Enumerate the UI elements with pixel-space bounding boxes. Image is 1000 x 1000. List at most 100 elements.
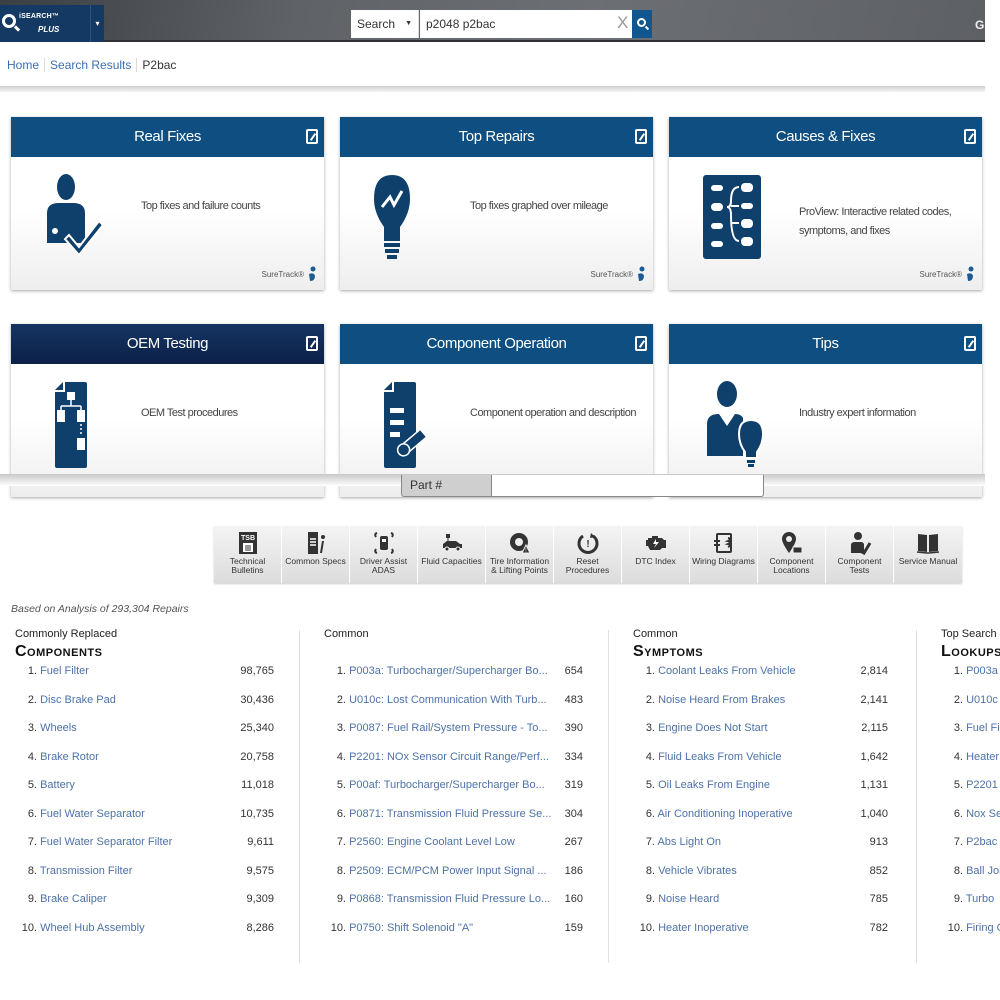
- tile-title: OEM Testing: [126, 335, 209, 352]
- clear-search-icon[interactable]: X: [617, 13, 628, 33]
- item-link[interactable]: Nox Sen: [966, 808, 1000, 820]
- item-link[interactable]: P2201: [966, 779, 998, 791]
- search-button[interactable]: [632, 10, 652, 38]
- search-type-select[interactable]: Search ▼: [351, 10, 419, 38]
- list-item: 8. Vehicle Vibrates 852: [633, 865, 888, 894]
- item-link[interactable]: Vehicle Vibrates: [658, 865, 737, 877]
- item-count: 785: [869, 893, 888, 905]
- item-link[interactable]: P2560: Engine Coolant Level Low: [349, 836, 515, 848]
- tile-title: Top Repairs: [458, 128, 535, 145]
- driver-assist-adas-button[interactable]: Driver Assist ADAS: [350, 526, 418, 583]
- item-link[interactable]: Fuel Filter: [40, 665, 89, 677]
- wiring-icon: [713, 533, 732, 553]
- breadcrumb-search-results[interactable]: Search Results: [44, 58, 136, 72]
- user-menu-partial[interactable]: G: [975, 18, 984, 32]
- item-link[interactable]: P0087: Fuel Rail/System Pressure - To...: [349, 722, 548, 734]
- item-count: 390: [564, 722, 583, 734]
- item-link[interactable]: Noise Heard: [658, 893, 719, 905]
- part-number-input[interactable]: [491, 475, 764, 497]
- symptoms-list: 1. Coolant Leaks From Vehicle 2,814 2. Noi…: [633, 665, 888, 950]
- item-link[interactable]: Fuel Filte: [966, 722, 1000, 734]
- item-link[interactable]: P0868: Transmission Fluid Pressure Lo...: [349, 893, 550, 905]
- flowchart-document-icon: [55, 382, 87, 468]
- item-link[interactable]: Disc Brake Pad: [40, 694, 116, 706]
- fluid-capacities-button[interactable]: Fluid Capacities: [418, 526, 486, 583]
- isearch-plus-logo[interactable]: iSEARCH™ PLUS: [0, 5, 90, 42]
- expand-icon[interactable]: [635, 336, 647, 351]
- item-link[interactable]: P003a: [966, 665, 998, 677]
- technical-bulletins-button[interactable]: TSB Technical Bulletins: [214, 526, 282, 583]
- expert-lightbulb-icon: [707, 381, 765, 467]
- item-count: 20,758: [240, 750, 274, 763]
- item-rank: 5.: [953, 779, 963, 791]
- tile-tips[interactable]: Tips Industry expert information: [669, 324, 982, 497]
- tile-component-operation[interactable]: Component Operation Component operation …: [340, 324, 653, 497]
- tile-description: Industry expert information: [799, 407, 916, 419]
- list-item: 5. P2201: [941, 779, 1000, 808]
- expand-icon[interactable]: [635, 129, 647, 144]
- item-count: 2,115: [861, 722, 888, 734]
- item-link[interactable]: Fuel Water Separator Filter: [40, 836, 172, 848]
- item-rank: 4.: [27, 750, 37, 763]
- item-rank: 2.: [953, 693, 963, 706]
- specs-icon: [307, 532, 325, 554]
- tile-top-repairs[interactable]: Top Repairs Top fixes graphed over milea…: [340, 117, 653, 290]
- item-link[interactable]: Fuel Water Separator: [40, 808, 145, 820]
- logo-menu-toggle[interactable]: ▾: [90, 5, 104, 42]
- column-subtitle: Top Search: [941, 628, 997, 640]
- item-link[interactable]: Heater Inoperative: [658, 922, 749, 934]
- item-rank: 6.: [336, 807, 346, 820]
- item-link[interactable]: P2201: NOx Sensor Circuit Range/Perf...: [349, 751, 549, 763]
- proview-tree-icon: [703, 175, 761, 259]
- item-link[interactable]: P00af: Turbocharger/Supercharger Bo...: [349, 779, 545, 791]
- list-item: 9. Turbo: [941, 893, 1000, 922]
- item-link[interactable]: Brake Caliper: [40, 893, 107, 905]
- item-link[interactable]: Wheel Hub Assembly: [40, 922, 145, 934]
- dtc-index-button[interactable]: DTC Index: [622, 526, 690, 583]
- search-input[interactable]: [420, 10, 632, 38]
- component-locations-button[interactable]: Component Locations: [758, 526, 826, 583]
- item-link[interactable]: Brake Rotor: [40, 751, 99, 763]
- tile-oem-testing[interactable]: OEM Testing OEM Test procedures: [11, 324, 324, 497]
- item-link[interactable]: P003a: Turbocharger/Supercharger Bo...: [349, 665, 548, 677]
- service-manual-button[interactable]: Service Manual: [894, 526, 962, 583]
- item-rank: 8.: [27, 864, 37, 877]
- item-link[interactable]: P2509: ECM/PCM Power Input Signal ...: [349, 865, 546, 877]
- item-link[interactable]: Air Conditioning Inoperative: [657, 808, 792, 820]
- technician-checkmark-icon: [47, 174, 105, 257]
- item-link[interactable]: Transmission Filter: [40, 865, 133, 877]
- item-link[interactable]: P0750: Shift Solenoid "A": [349, 922, 473, 934]
- list-item: 5. Oil Leaks From Engine 1,131: [633, 779, 888, 808]
- item-link[interactable]: Abs Light On: [657, 836, 721, 848]
- expand-icon[interactable]: [306, 336, 318, 351]
- breadcrumb-home[interactable]: Home: [7, 58, 44, 72]
- common-specs-button[interactable]: Common Specs: [282, 526, 350, 583]
- expand-icon[interactable]: [964, 129, 976, 144]
- item-link[interactable]: P0871: Transmission Fluid Pressure Se...: [349, 808, 551, 820]
- item-link[interactable]: Noise Heard From Brakes: [658, 694, 785, 706]
- item-rank: 1.: [336, 665, 346, 677]
- tile-real-fixes[interactable]: Real Fixes Top fixes and failure counts …: [11, 117, 324, 290]
- item-link[interactable]: Coolant Leaks From Vehicle: [658, 665, 796, 677]
- item-link[interactable]: Oil Leaks From Engine: [658, 779, 770, 791]
- reset-procedures-button[interactable]: ! Reset Procedures: [554, 526, 622, 583]
- item-link[interactable]: P2bac: [966, 836, 997, 848]
- item-link[interactable]: Fluid Leaks From Vehicle: [658, 751, 782, 763]
- component-tests-button[interactable]: Component Tests: [826, 526, 894, 583]
- item-link[interactable]: Firing Or: [966, 922, 1000, 934]
- item-link[interactable]: Wheels: [40, 722, 77, 734]
- item-link[interactable]: Ball Joint: [966, 865, 1000, 877]
- item-link[interactable]: Heater C: [966, 751, 1000, 763]
- item-link[interactable]: U010c: Lost Communication With Turb...: [349, 694, 546, 706]
- expand-icon[interactable]: [306, 129, 318, 144]
- tile-causes-fixes[interactable]: Causes & Fixes ProView: Interactive rela…: [669, 117, 982, 290]
- item-link[interactable]: U010c: [966, 694, 998, 706]
- item-link[interactable]: Turbo: [966, 893, 994, 905]
- item-link[interactable]: Engine Does Not Start: [658, 722, 767, 734]
- tire-information-button[interactable]: ! Tire Information & Lifting Points: [486, 526, 554, 583]
- item-link[interactable]: Battery: [40, 779, 75, 791]
- expand-icon[interactable]: [964, 336, 976, 351]
- wiring-diagrams-button[interactable]: Wiring Diagrams: [690, 526, 758, 583]
- tile-description: Top fixes graphed over mileage: [470, 200, 608, 212]
- item-count: 1,131: [860, 779, 888, 791]
